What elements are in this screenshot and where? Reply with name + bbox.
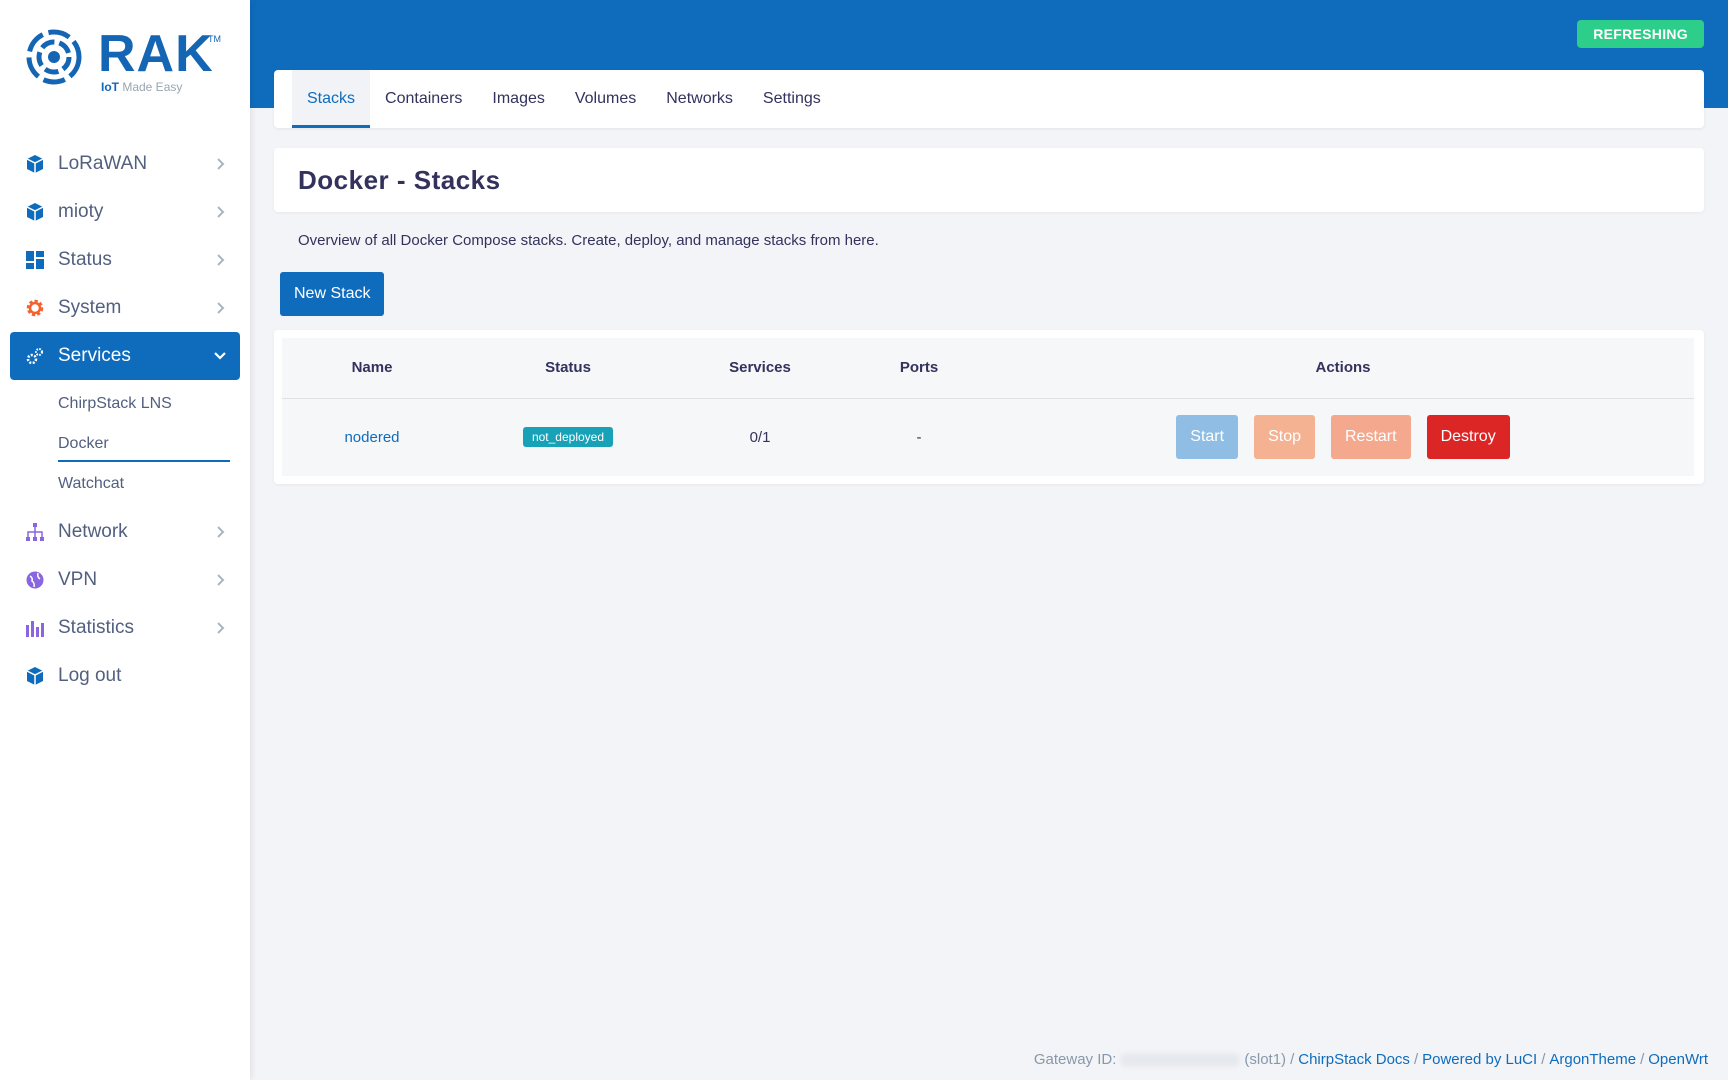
sidebar-item-label: Services <box>58 345 131 366</box>
chevron-right-icon <box>217 158 225 170</box>
cube-icon <box>24 201 46 223</box>
tab-settings[interactable]: Settings <box>748 70 836 128</box>
submenu-item-docker[interactable]: Docker <box>10 424 240 464</box>
dashboard-icon <box>24 249 46 271</box>
sidebar-item-label: Log out <box>58 665 122 686</box>
gateway-id-label: Gateway ID: <box>1033 1051 1117 1068</box>
gateway-slot: (slot1) <box>1244 1051 1287 1068</box>
sidebar-item-label: System <box>58 297 122 318</box>
column-header-services: Services <box>729 359 791 377</box>
destroy-button[interactable]: Destroy <box>1426 415 1510 460</box>
page-description: Overview of all Docker Compose stacks. C… <box>298 232 879 249</box>
column-header-name: Name <box>351 359 393 377</box>
tab-containers[interactable]: Containers <box>370 70 477 128</box>
footer-separator: / <box>1640 1051 1645 1068</box>
submenu-item-chirpstack[interactable]: ChirpStack LNS <box>10 384 240 424</box>
chevron-right-icon <box>217 254 225 266</box>
rak-logo-icon <box>26 29 82 85</box>
sidebar-item-label: Network <box>58 521 128 542</box>
tab-volumes[interactable]: Volumes <box>560 70 651 128</box>
sidebar-item-status[interactable]: Status <box>10 236 240 284</box>
sidebar-nav: LoRaWAN mioty Status System Services Chi… <box>10 140 240 700</box>
sidebar-item-label: mioty <box>58 201 104 222</box>
chevron-right-icon <box>217 302 225 314</box>
start-button[interactable]: Start <box>1176 415 1239 460</box>
stack-name-link[interactable]: nodered <box>344 429 399 446</box>
row-actions: Start Stop Restart Destroy <box>992 415 1694 460</box>
sidebar-item-statistics[interactable]: Statistics <box>10 604 240 652</box>
page-title-card: Docker - Stacks <box>274 148 1704 212</box>
footer-separator: / <box>1413 1051 1419 1068</box>
services-submenu: ChirpStack LNS Docker Watchcat <box>10 384 240 504</box>
footer: Gateway ID: (slot1) / ChirpStack Docs / … <box>1034 1051 1708 1068</box>
stacks-table: Name Status Services Ports Actions noder… <box>282 338 1694 476</box>
sidebar-item-network[interactable]: Network <box>10 508 240 556</box>
stacks-table-card: Name Status Services Ports Actions noder… <box>274 330 1704 484</box>
chevron-right-icon <box>217 526 225 538</box>
new-stack-button[interactable]: New Stack <box>280 272 385 316</box>
docker-tabs: Stacks Containers Images Volumes Network… <box>274 70 1704 128</box>
chevron-down-icon <box>214 352 226 360</box>
stop-button[interactable]: Stop <box>1254 415 1315 460</box>
footer-separator: / <box>1541 1051 1546 1068</box>
tab-networks[interactable]: Networks <box>651 70 748 128</box>
sitemap-icon <box>24 521 46 543</box>
services-count: 0/1 <box>749 428 771 446</box>
sidebar-item-label: Status <box>58 249 112 270</box>
cogs-icon <box>24 345 46 367</box>
gateway-id-redacted <box>1120 1052 1241 1067</box>
refreshing-badge[interactable]: REFRESHING <box>1577 20 1704 48</box>
chevron-right-icon <box>217 574 225 586</box>
sidebar-item-label: VPN <box>58 569 98 590</box>
rak-logo[interactable]: RAK TM IoT Made Easy <box>26 25 226 98</box>
column-header-ports: Ports <box>899 359 939 377</box>
sidebar-item-vpn[interactable]: VPN <box>10 556 240 604</box>
column-header-actions: Actions <box>1315 359 1371 377</box>
chevron-right-icon <box>217 622 225 634</box>
tab-stacks[interactable]: Stacks <box>292 70 371 128</box>
ports-value: - <box>916 428 922 446</box>
table-header-row: Name Status Services Ports Actions <box>282 338 1694 398</box>
sidebar-item-system[interactable]: System <box>10 284 240 332</box>
openwrt-link[interactable]: OpenWrt <box>1648 1051 1708 1068</box>
bar-chart-icon <box>24 617 46 639</box>
sidebar-item-label: Statistics <box>58 617 135 638</box>
argontheme-link[interactable]: ArgonTheme <box>1549 1051 1636 1068</box>
sidebar-item-logout[interactable]: Log out <box>10 652 240 700</box>
sidebar-item-label: LoRaWAN <box>58 153 148 174</box>
sidebar: RAK TM IoT Made Easy LoRaWAN mioty Statu… <box>0 0 250 1080</box>
table-row: nodered not_deployed 0/1 - Start Stop Re… <box>282 398 1694 476</box>
page-title: Docker - Stacks <box>298 164 501 195</box>
cube-icon <box>24 153 46 175</box>
restart-button[interactable]: Restart <box>1331 415 1411 460</box>
chevron-right-icon <box>217 206 225 218</box>
brand-tagline: IoT Made Easy <box>101 80 183 94</box>
globe-icon <box>24 569 46 591</box>
luci-link[interactable]: Powered by LuCI <box>1422 1051 1537 1068</box>
column-header-status: Status <box>545 359 591 377</box>
sidebar-item-mioty[interactable]: mioty <box>10 188 240 236</box>
brand-tm: TM <box>208 34 221 44</box>
chirpstack-docs-link[interactable]: ChirpStack Docs <box>1298 1051 1410 1068</box>
submenu-item-watchcat[interactable]: Watchcat <box>10 464 240 504</box>
sidebar-item-lorawan[interactable]: LoRaWAN <box>10 140 240 188</box>
gear-icon <box>24 297 46 319</box>
cube-icon <box>24 665 46 687</box>
brand-name: RAK <box>98 25 214 83</box>
sidebar-item-services[interactable]: Services <box>10 332 240 380</box>
footer-separator: / <box>1290 1051 1295 1068</box>
tab-images[interactable]: Images <box>477 70 559 128</box>
status-badge: not_deployed <box>522 427 614 448</box>
